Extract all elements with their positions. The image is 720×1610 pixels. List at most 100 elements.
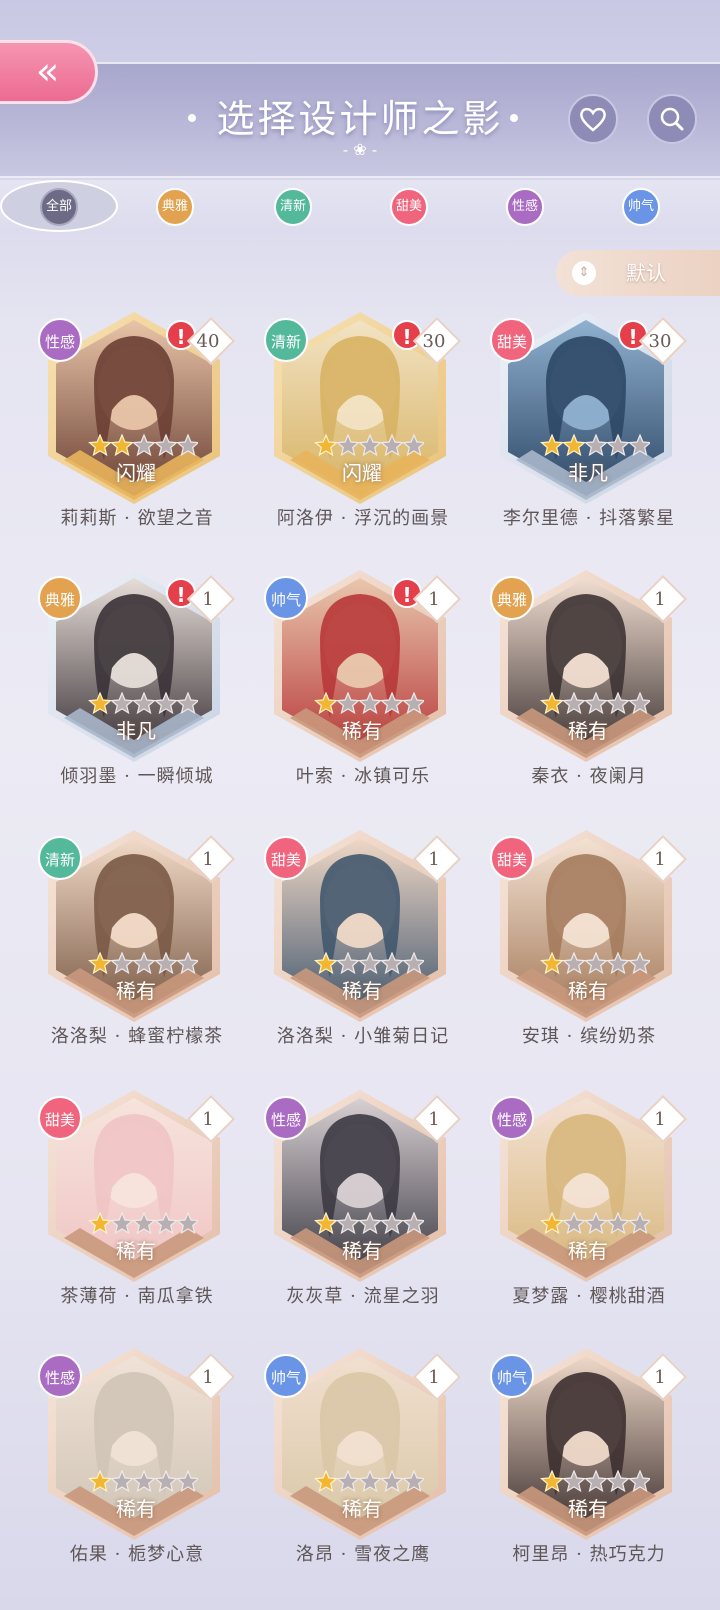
star-filled-icon [561, 434, 587, 457]
star-empty-icon [109, 1212, 135, 1235]
star-empty-icon [605, 1470, 631, 1493]
tab-2[interactable]: 清新 [274, 188, 312, 226]
star-empty-icon [357, 1212, 383, 1235]
star-empty-icon [153, 1470, 179, 1493]
star-empty-icon [561, 952, 587, 975]
star-empty-icon [335, 434, 361, 457]
tab-0[interactable]: 全部 [40, 188, 78, 226]
rarity-label: 稀有 [568, 1497, 608, 1521]
designer-name: 秦衣 · 夜阑月 [531, 766, 647, 787]
star-empty-icon [401, 1212, 424, 1235]
star-empty-icon [401, 692, 424, 715]
rarity-label: 稀有 [568, 979, 608, 1003]
star-filled-icon [88, 1212, 113, 1235]
designer-card[interactable]: 甜美 1 稀有 茶薄荷 · 南瓜拿铁 [36, 1088, 256, 1338]
star-empty-icon [605, 692, 631, 715]
designer-name: 佑果 · 栀梦心意 [69, 1544, 205, 1565]
star-rating [540, 1212, 650, 1235]
designer-card[interactable]: 甜美 ! 30 非凡 李尔里德 · 抖落繁星 [488, 310, 708, 560]
star-filled-icon [88, 692, 113, 715]
rarity-label: 稀有 [568, 1239, 608, 1263]
back-button[interactable]: « [0, 40, 98, 104]
style-tag-badge: 典雅 [490, 576, 534, 620]
star-rating [540, 692, 650, 715]
star-rating [88, 1470, 198, 1493]
star-rating [88, 692, 198, 715]
style-tag-badge: 性感 [264, 1096, 308, 1140]
sort-dropdown[interactable]: ⇕ 默认 [556, 250, 720, 296]
star-empty-icon [627, 1212, 650, 1235]
star-empty-icon [153, 1212, 179, 1235]
star-empty-icon [109, 952, 135, 975]
star-filled-icon [540, 692, 565, 715]
star-empty-icon [357, 692, 383, 715]
designer-card[interactable]: 帅气 1 稀有 柯里昂 · 热巧克力 [488, 1346, 708, 1596]
style-tag-badge: 帅气 [490, 1354, 534, 1398]
rarity-label: 稀有 [342, 979, 382, 1003]
designer-card[interactable]: 甜美 1 稀有 安琪 · 缤纷奶茶 [488, 828, 708, 1078]
style-filter-tabs [0, 180, 720, 232]
designer-card[interactable]: 性感 1 稀有 夏梦露 · 樱桃甜酒 [488, 1088, 708, 1338]
designer-card[interactable]: 清新 1 稀有 洛洛梨 · 蜂蜜柠檬茶 [36, 828, 256, 1078]
style-tag-badge: 性感 [490, 1096, 534, 1140]
star-filled-icon [109, 434, 135, 457]
designer-card[interactable]: 帅气 1 稀有 洛昂 · 雪夜之鹰 [262, 1346, 482, 1596]
designer-name: 茶薄荷 · 南瓜拿铁 [60, 1286, 214, 1307]
star-empty-icon [583, 692, 609, 715]
star-empty-icon [583, 1470, 609, 1493]
star-rating [314, 692, 424, 715]
star-empty-icon [153, 434, 179, 457]
star-empty-icon [131, 1212, 157, 1235]
designer-card[interactable]: 帅气 ! 1 稀有 叶索 · 冰镇可乐 [262, 568, 482, 818]
search-button[interactable] [647, 94, 697, 144]
star-empty-icon [357, 952, 383, 975]
designer-card[interactable]: 性感 1 稀有 灰灰草 · 流星之羽 [262, 1088, 482, 1338]
tab-4[interactable]: 性感 [506, 188, 544, 226]
designer-card[interactable]: 甜美 1 稀有 洛洛梨 · 小雏菊日记 [262, 828, 482, 1078]
designer-card[interactable]: 清新 ! 30 闪耀 阿洛伊 · 浮沉的画景 [262, 310, 482, 560]
star-filled-icon [314, 1470, 339, 1493]
star-rating [540, 1470, 650, 1493]
flower-ornament-icon: - ❀ - [342, 140, 378, 159]
star-empty-icon [561, 1212, 587, 1235]
star-rating [88, 434, 198, 457]
designer-name: 莉莉斯 · 欲望之音 [60, 508, 214, 529]
rarity-label: 稀有 [342, 1497, 382, 1521]
star-empty-icon [357, 1470, 383, 1493]
designer-name: 洛洛梨 · 蜂蜜柠檬茶 [50, 1026, 224, 1047]
star-empty-icon [605, 952, 631, 975]
designer-card[interactable]: 性感 1 稀有 佑果 · 栀梦心意 [36, 1346, 256, 1596]
rarity-label: 稀有 [116, 1497, 156, 1521]
rarity-label: 稀有 [568, 719, 608, 743]
star-rating [88, 952, 198, 975]
star-empty-icon [335, 692, 361, 715]
tab-1[interactable]: 典雅 [156, 188, 194, 226]
star-empty-icon [175, 1470, 198, 1493]
star-filled-icon [540, 1470, 565, 1493]
count-value: 1 [428, 849, 440, 870]
favorite-button[interactable] [568, 94, 618, 144]
star-empty-icon [153, 952, 179, 975]
count-value: 1 [202, 589, 214, 610]
star-empty-icon [175, 1212, 198, 1235]
star-empty-icon [627, 1470, 650, 1493]
star-empty-icon [357, 434, 383, 457]
page-title: 选择设计师之影 [216, 97, 504, 141]
star-empty-icon [335, 1470, 361, 1493]
star-empty-icon [401, 434, 424, 457]
designer-card[interactable]: 性感 ! 40 闪耀 莉莉斯 · 欲望之音 [36, 310, 256, 560]
star-filled-icon [314, 434, 339, 457]
rarity-label: 稀有 [342, 1239, 382, 1263]
star-rating [540, 952, 650, 975]
star-empty-icon [131, 1470, 157, 1493]
style-tag-badge: 性感 [38, 1354, 82, 1398]
tab-3[interactable]: 甜美 [390, 188, 428, 226]
designer-card[interactable]: 典雅 1 稀有 秦衣 · 夜阑月 [488, 568, 708, 818]
star-filled-icon [540, 434, 565, 457]
star-filled-icon [88, 434, 113, 457]
star-empty-icon [401, 952, 424, 975]
designer-card[interactable]: 典雅 ! 1 非凡 倾羽墨 · 一瞬倾城 [36, 568, 256, 818]
star-empty-icon [379, 434, 405, 457]
style-tag-badge: 帅气 [264, 1354, 308, 1398]
tab-5[interactable]: 帅气 [622, 188, 660, 226]
